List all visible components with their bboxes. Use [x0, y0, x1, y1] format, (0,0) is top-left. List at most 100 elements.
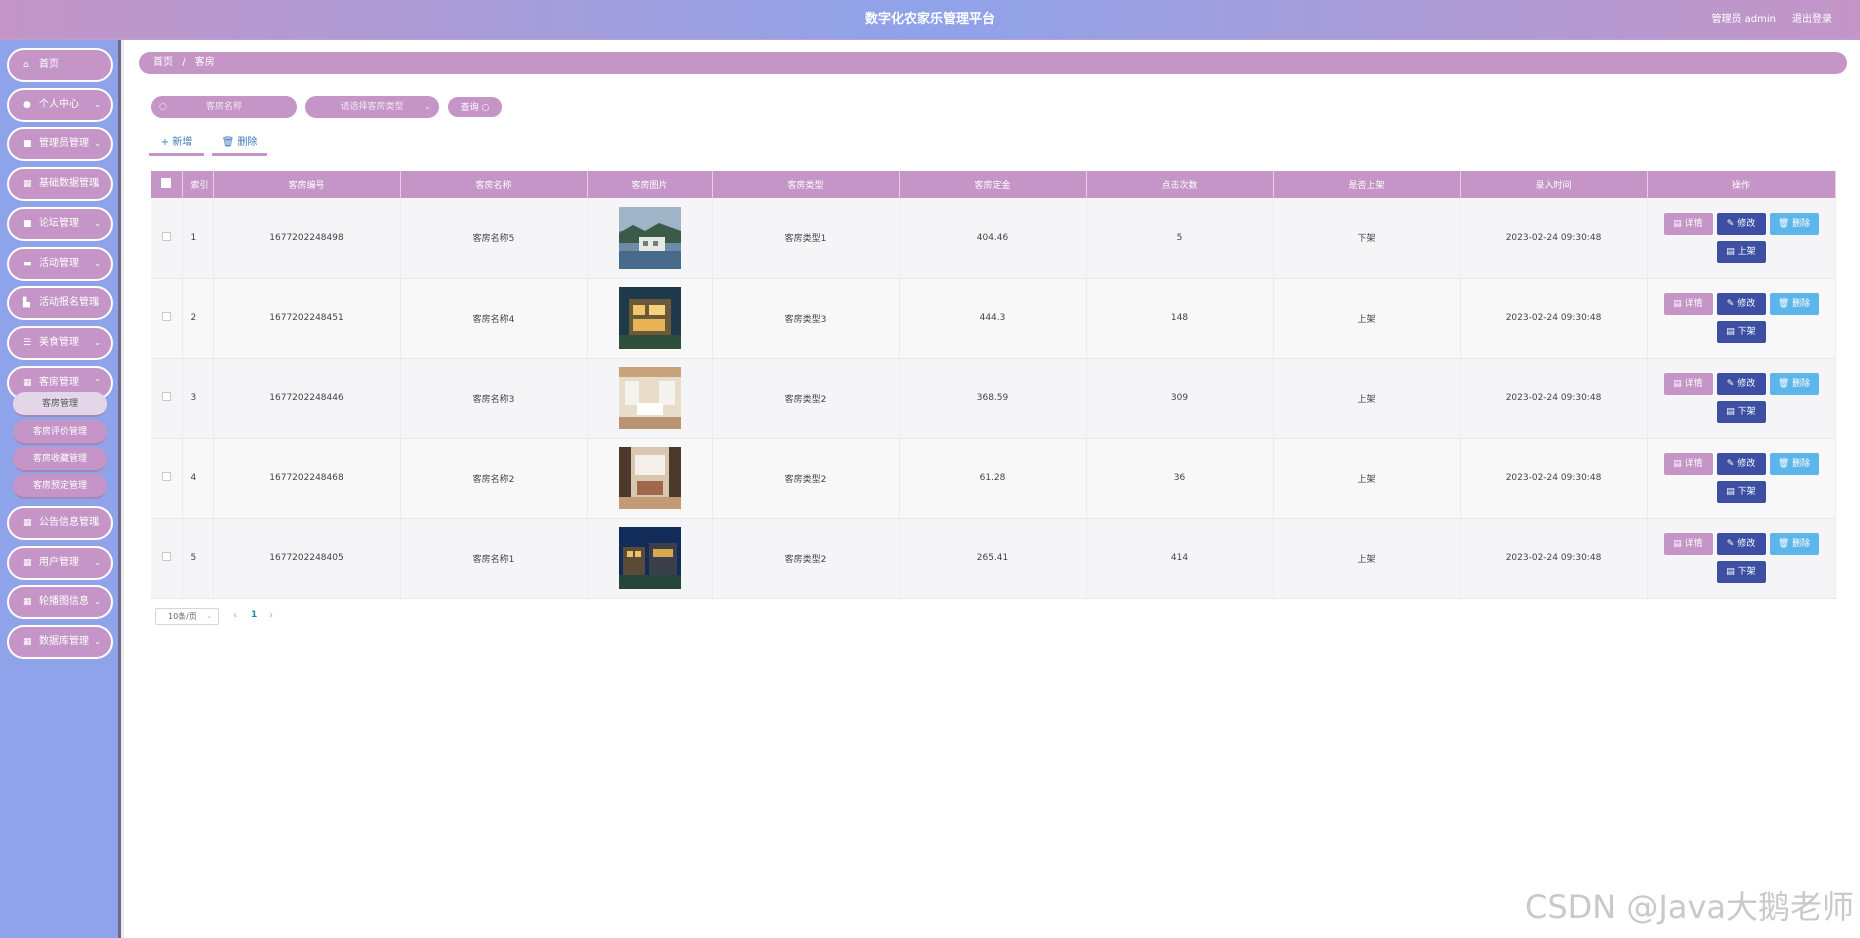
- room-photo[interactable]: [618, 447, 681, 509]
- column-header[interactable]: 录入时间: [1460, 171, 1648, 198]
- column-header[interactable]: 点击次数: [1086, 171, 1274, 198]
- query-button[interactable]: 查询 ○: [447, 96, 503, 118]
- sidebar-subitem-room-review[interactable]: 客房评价管理: [13, 420, 107, 445]
- sidebar-item-label: 论坛管理: [39, 218, 79, 229]
- sidebar-item-users[interactable]: ▦ 用户管理 ⌄: [7, 546, 113, 580]
- column-header[interactable]: 是否上架: [1273, 171, 1461, 198]
- shelf-toggle-button[interactable]: ▤ 下架: [1716, 321, 1766, 343]
- table-row: 3 1677202248446 客房名称3 客房类型2 368.59 309 上…: [151, 358, 1836, 439]
- cell-index: 2: [182, 278, 214, 359]
- chevron-down-icon: ⌄: [94, 597, 101, 606]
- sidebar-item-home[interactable]: ⌂ 首页: [7, 48, 113, 82]
- sidebar-item-label: 活动管理: [39, 258, 79, 269]
- logout-link[interactable]: 退出登录: [1792, 0, 1832, 40]
- edit-button[interactable]: ✎ 修改: [1716, 212, 1766, 235]
- user-icon: ●: [23, 100, 31, 110]
- row-checkbox[interactable]: [151, 518, 183, 599]
- delete-label: 删除: [1792, 459, 1811, 469]
- delete-button[interactable]: 🗑 删除: [1769, 453, 1819, 475]
- sidebar-item-admins[interactable]: ■ 管理员管理 ⌄: [7, 127, 113, 161]
- delete-button[interactable]: 🗑 删除: [1769, 373, 1819, 395]
- column-header[interactable]: 客房类型: [712, 171, 900, 198]
- room-name-search-input[interactable]: ○ 客房名称: [151, 96, 297, 118]
- cell-status: 上架: [1273, 358, 1461, 439]
- table-row: 5 1677202248405 客房名称1 客房类型2 265.41 414 上…: [151, 518, 1836, 599]
- cell-status: 上架: [1273, 518, 1461, 599]
- column-header[interactable]: 客房定金: [899, 171, 1087, 198]
- breadcrumb-current: 客房: [194, 57, 215, 68]
- row-checkbox[interactable]: [151, 278, 183, 359]
- sidebar-subitem-room-manage[interactable]: 客房管理: [13, 392, 107, 417]
- column-header[interactable]: 客房名称: [400, 171, 588, 198]
- ticket-icon: ▬: [23, 259, 32, 269]
- plus-icon: +: [160, 137, 173, 148]
- sidebar-item-announcements[interactable]: ▦ 公告信息管理 ⌄: [7, 506, 113, 540]
- sidebar-item-label: 美食管理: [39, 337, 79, 348]
- sidebar-item-database[interactable]: ▦ 数据库管理 ⌄: [7, 625, 113, 659]
- edit-button[interactable]: ✎ 修改: [1716, 453, 1766, 475]
- page-number[interactable]: 1: [251, 608, 257, 623]
- batch-delete-button[interactable]: 🗑 删除: [212, 134, 267, 156]
- room-type-select[interactable]: 请选择客房类型 ⌄: [305, 96, 439, 118]
- room-photo[interactable]: [618, 527, 681, 589]
- sidebar-subitem-room-booking[interactable]: 客房预定管理: [13, 474, 107, 499]
- shelf-toggle-button[interactable]: ▤ 下架: [1716, 401, 1766, 423]
- grid-icon: ▦: [23, 558, 32, 568]
- breadcrumb: 首页 / 客房: [139, 52, 1847, 74]
- detail-button[interactable]: ▤ 详情: [1663, 373, 1713, 395]
- shelf-toggle-button[interactable]: ▤ 下架: [1716, 561, 1766, 583]
- table-row: 4 1677202248468 客房名称2 客房类型2 61.28 36 上架 …: [151, 438, 1836, 519]
- cell-clicks: 414: [1086, 518, 1274, 599]
- cell-actions: ▤ 详情 ✎ 修改 🗑 删除 ▤ 上架: [1647, 198, 1836, 279]
- next-page-button[interactable]: ›: [269, 608, 273, 623]
- cell-clicks: 5: [1086, 198, 1274, 279]
- list-icon: ☰: [23, 338, 32, 348]
- row-checkbox[interactable]: [151, 198, 183, 279]
- room-photo[interactable]: [618, 367, 681, 429]
- room-photo[interactable]: [618, 206, 681, 269]
- cell-deposit: 444.3: [899, 278, 1087, 359]
- sidebar-item-base-data[interactable]: ▦ 基础数据管理 ⌄: [7, 167, 113, 201]
- prev-page-button[interactable]: ‹: [233, 608, 237, 623]
- page-size-select[interactable]: 10条/页 ⌄: [155, 608, 219, 625]
- detail-button[interactable]: ▤ 详情: [1663, 453, 1713, 475]
- column-header[interactable]: 客房编号: [213, 171, 401, 198]
- shelf-toggle-button[interactable]: ▤ 下架: [1716, 481, 1766, 503]
- row-checkbox[interactable]: [151, 438, 183, 519]
- edit-button[interactable]: ✎ 修改: [1716, 293, 1766, 315]
- sidebar-item-forum[interactable]: ■ 论坛管理 ⌄: [7, 207, 113, 241]
- cell-room-type: 客房类型2: [712, 438, 900, 519]
- delete-button[interactable]: 🗑 删除: [1769, 293, 1819, 315]
- sidebar-subitem-room-favorite[interactable]: 客房收藏管理: [13, 447, 107, 472]
- row-checkbox[interactable]: [151, 358, 183, 439]
- detail-button[interactable]: ▤ 详情: [1663, 212, 1713, 235]
- sidebar-item-profile[interactable]: ● 个人中心 ⌄: [7, 88, 113, 122]
- delete-button[interactable]: 🗑 删除: [1769, 533, 1819, 555]
- top-header: 数字化农家乐管理平台 管理员 admin 退出登录: [0, 0, 1860, 40]
- cell-clicks: 36: [1086, 438, 1274, 519]
- detail-button[interactable]: ▤ 详情: [1663, 293, 1713, 315]
- grid-icon: ▦: [23, 597, 32, 607]
- sidebar-item-label: 用户管理: [39, 557, 79, 568]
- edit-button[interactable]: ✎ 修改: [1716, 533, 1766, 555]
- cell-room-code: 1677202248498: [213, 198, 401, 279]
- cell-room-name: 客房名称4: [400, 278, 588, 359]
- edit-button[interactable]: ✎ 修改: [1716, 373, 1766, 395]
- room-photo[interactable]: [618, 287, 681, 349]
- sidebar-item-activity-signup[interactable]: ▙ 活动报名管理 ⌄: [7, 286, 113, 320]
- sidebar-item-activities[interactable]: ▬ 活动管理 ⌄: [7, 247, 113, 281]
- sidebar-item-label: 基础数据管理: [39, 178, 99, 189]
- delete-label: 删除: [1792, 218, 1811, 229]
- sidebar-scrollbar[interactable]: [118, 40, 124, 938]
- cell-room-type: 客房类型3: [712, 278, 900, 359]
- delete-button[interactable]: 🗑 删除: [1769, 212, 1819, 235]
- sidebar-item-carousel[interactable]: ▦ 轮播图信息 ⌄: [7, 585, 113, 619]
- chevron-down-icon: ⌄: [94, 518, 101, 527]
- add-button[interactable]: + 新增: [149, 134, 204, 156]
- shelf-toggle-button[interactable]: ▤ 上架: [1716, 240, 1766, 263]
- shelf-label: 上架: [1737, 246, 1756, 257]
- breadcrumb-home[interactable]: 首页: [153, 57, 173, 68]
- detail-button[interactable]: ▤ 详情: [1663, 533, 1713, 555]
- select-all-checkbox[interactable]: [151, 171, 183, 198]
- sidebar-item-food[interactable]: ☰ 美食管理 ⌄: [7, 326, 113, 360]
